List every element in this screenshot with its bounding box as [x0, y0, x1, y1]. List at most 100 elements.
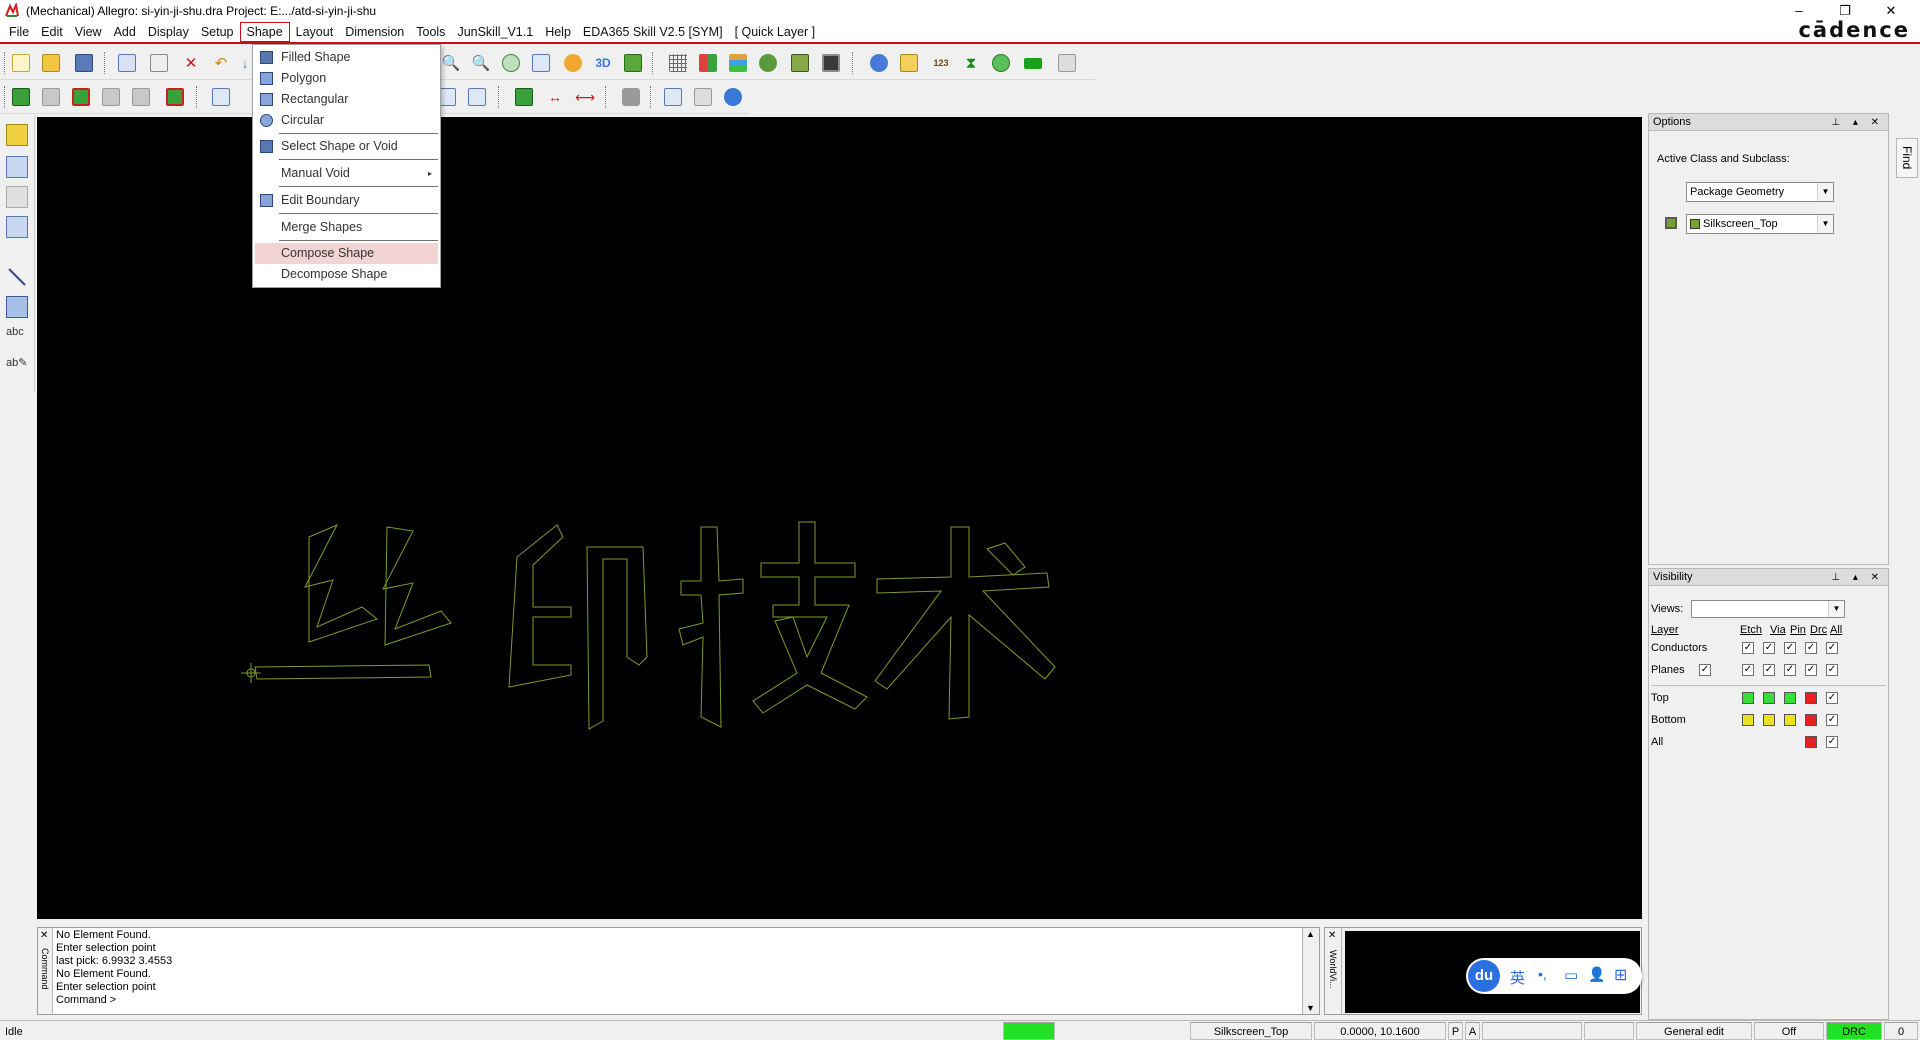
- add-text-tool[interactable]: abc: [6, 326, 28, 348]
- zoom-world-button[interactable]: [530, 52, 552, 74]
- planes-via-checkbox[interactable]: ✓: [1763, 664, 1775, 676]
- zoom-fit-button[interactable]: [500, 52, 522, 74]
- subclass-color-swatch[interactable]: [1665, 217, 1677, 229]
- all-drc-color[interactable]: [1805, 736, 1817, 748]
- header-pin[interactable]: Pin: [1790, 621, 1806, 639]
- align-button[interactable]: [210, 86, 232, 108]
- menu-item-rectangular[interactable]: Rectangular: [255, 89, 438, 110]
- delay-tune-tool[interactable]: [6, 186, 28, 208]
- menu-add[interactable]: Add: [108, 23, 142, 41]
- top-all-checkbox[interactable]: ✓: [1826, 692, 1838, 704]
- camera-button[interactable]: [620, 86, 642, 108]
- conductors-via-checkbox[interactable]: ✓: [1763, 642, 1775, 654]
- edit-text-tool[interactable]: ab✎: [6, 356, 28, 378]
- toolbar-grip[interactable]: [4, 52, 6, 74]
- bottom-pin-color[interactable]: [1784, 714, 1796, 726]
- menu-item-polygon[interactable]: Polygon: [255, 68, 438, 89]
- undo-button[interactable]: ↶: [210, 52, 232, 74]
- menu-tools[interactable]: Tools: [410, 23, 451, 41]
- menu-item-edit-boundary[interactable]: Edit Boundary: [255, 190, 438, 211]
- menu-item-select-shape-or-void[interactable]: Select Shape or Void: [255, 136, 438, 157]
- menu-quick-layer[interactable]: [ Quick Layer ]: [729, 23, 822, 41]
- move-button[interactable]: [116, 52, 138, 74]
- menu-item-manual-void[interactable]: Manual Void ▸: [255, 163, 438, 184]
- shape-fill-button[interactable]: [70, 86, 92, 108]
- class-select[interactable]: Package Geometry ▼: [1686, 182, 1834, 202]
- chip-button[interactable]: [820, 52, 842, 74]
- swap-button[interactable]: [466, 86, 488, 108]
- report-button[interactable]: [898, 52, 920, 74]
- menu-setup[interactable]: Setup: [195, 23, 240, 41]
- header-via[interactable]: Via: [1770, 621, 1786, 639]
- ime-lang-toggle[interactable]: 英: [1510, 967, 1525, 988]
- top-etch-color[interactable]: [1742, 692, 1754, 704]
- copy-button[interactable]: [148, 52, 170, 74]
- conductors-pin-checkbox[interactable]: ✓: [1784, 642, 1796, 654]
- zoom-out-button[interactable]: 🔍: [470, 52, 492, 74]
- shape-boundary-button[interactable]: [164, 86, 186, 108]
- panel-controls[interactable]: ⊥ ▴ ✕: [1831, 114, 1884, 131]
- dimension-linear-button[interactable]: ⟷: [574, 86, 596, 108]
- shadow-button[interactable]: [757, 52, 779, 74]
- dimension-button[interactable]: ↔: [544, 86, 566, 108]
- shape-void-button[interactable]: [40, 86, 62, 108]
- print-button[interactable]: [1056, 52, 1078, 74]
- menu-junskill[interactable]: JunSkill_V1.1: [451, 23, 539, 41]
- menu-layout[interactable]: Layout: [290, 23, 340, 41]
- 3d-view-button[interactable]: 3D: [592, 52, 614, 74]
- ime-menu-icon[interactable]: ⊞: [1614, 965, 1627, 985]
- zoom-in-button[interactable]: 🔍: [440, 52, 462, 74]
- views-select[interactable]: ▼: [1691, 600, 1845, 618]
- baidu-ime-logo[interactable]: du: [1468, 960, 1500, 992]
- refresh-button[interactable]: [562, 52, 584, 74]
- command-close-icon[interactable]: ✕: [40, 930, 48, 941]
- menu-dimension[interactable]: Dimension: [339, 23, 410, 41]
- delete-button[interactable]: ✕: [180, 52, 202, 74]
- menu-shape[interactable]: Shape: [239, 22, 290, 42]
- conductors-drc-checkbox[interactable]: ✓: [1805, 642, 1817, 654]
- windows-button[interactable]: [662, 86, 684, 108]
- measure-button[interactable]: 123: [930, 52, 952, 74]
- status-p-flag[interactable]: P: [1448, 1022, 1463, 1040]
- top-pin-color[interactable]: [1784, 692, 1796, 704]
- planes-all-checkbox[interactable]: ✓: [1826, 664, 1838, 676]
- conductors-all-checkbox[interactable]: ✓: [1826, 642, 1838, 654]
- status-subclass[interactable]: Silkscreen_Top: [1190, 1022, 1312, 1040]
- worldview-close-icon[interactable]: ✕: [1328, 930, 1336, 941]
- flip-button[interactable]: [622, 52, 644, 74]
- shape-edit-button[interactable]: [100, 86, 122, 108]
- layers-button[interactable]: [727, 52, 749, 74]
- hourglass-button[interactable]: ⧗: [960, 52, 982, 74]
- help-button[interactable]: [722, 86, 744, 108]
- conductors-etch-checkbox[interactable]: ✓: [1742, 642, 1754, 654]
- planes-etch-checkbox[interactable]: ✓: [1742, 664, 1754, 676]
- status-off[interactable]: Off: [1754, 1022, 1824, 1040]
- top-drc-color[interactable]: [1805, 692, 1817, 704]
- ime-user-icon[interactable]: 👤: [1588, 966, 1605, 983]
- mail-button[interactable]: [692, 86, 714, 108]
- menu-display[interactable]: Display: [142, 23, 195, 41]
- header-all[interactable]: All: [1830, 621, 1842, 639]
- bottom-drc-color[interactable]: [1805, 714, 1817, 726]
- status-drc[interactable]: DRC: [1826, 1022, 1882, 1040]
- menu-item-compose-shape[interactable]: Compose Shape: [255, 243, 438, 264]
- new-file-button[interactable]: [10, 52, 32, 74]
- custom-smooth-tool[interactable]: [6, 216, 28, 238]
- pcb-shape-button[interactable]: [10, 86, 32, 108]
- add-rect-tool[interactable]: [6, 296, 28, 318]
- scroll-up-icon[interactable]: ▲: [1306, 929, 1315, 939]
- planes-drc-checkbox[interactable]: ✓: [1805, 664, 1817, 676]
- menu-item-circular[interactable]: Circular: [255, 110, 438, 131]
- find-tab[interactable]: Find: [1896, 138, 1918, 178]
- subclass-select[interactable]: Silkscreen_Top ▼: [1686, 214, 1834, 234]
- component-button[interactable]: [513, 86, 535, 108]
- color-button[interactable]: [697, 52, 719, 74]
- toolbar-grip[interactable]: [4, 86, 6, 108]
- add-line-tool[interactable]: [6, 266, 28, 288]
- info-button[interactable]: [868, 52, 890, 74]
- r1-button[interactable]: [1022, 52, 1044, 74]
- all-all-checkbox[interactable]: ✓: [1826, 736, 1838, 748]
- slide-tool[interactable]: [6, 156, 28, 178]
- menu-edit[interactable]: Edit: [35, 23, 69, 41]
- panel-controls[interactable]: ⊥ ▴ ✕: [1831, 569, 1884, 586]
